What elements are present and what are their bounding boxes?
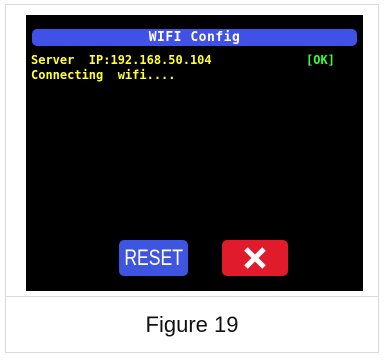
reset-button[interactable]: RESET <box>119 240 188 276</box>
close-icon <box>244 247 266 269</box>
server-status-badge: [OK] <box>306 53 335 67</box>
device-screen: WIFI Config Server IP:192.168.50.104 [OK… <box>26 15 363 291</box>
close-button[interactable] <box>222 240 288 276</box>
server-ip-line: Server IP:192.168.50.104 <box>31 53 212 67</box>
figure-caption: Figure 19 <box>145 312 239 337</box>
reset-button-label: RESET <box>124 245 183 270</box>
screen-title: WIFI Config <box>32 29 357 46</box>
connecting-status-line: Connecting wifi.... <box>31 68 176 82</box>
